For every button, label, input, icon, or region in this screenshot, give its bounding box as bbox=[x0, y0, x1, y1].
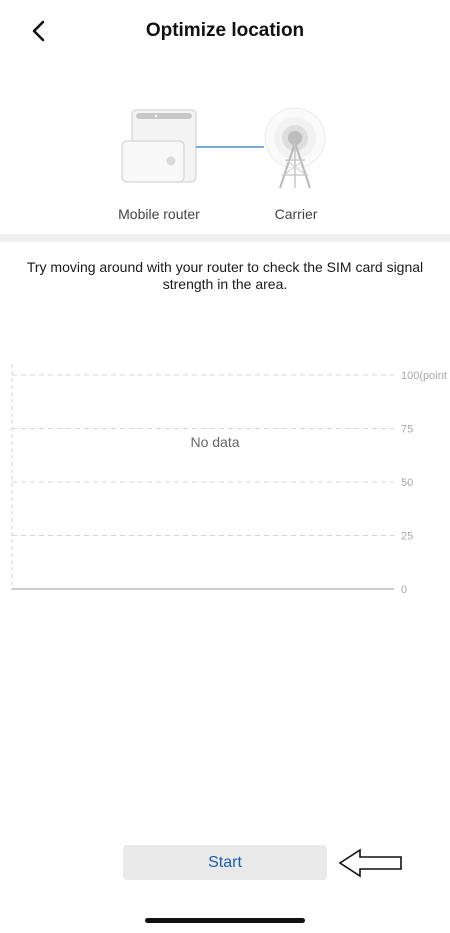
home-indicator bbox=[145, 918, 305, 923]
y-tick-label: 50 bbox=[401, 477, 413, 489]
signal-chart: 100(point 75 50 25 0 No data bbox=[0, 360, 450, 605]
topology-diagram: Mobile router Carrier bbox=[0, 98, 450, 228]
section-divider bbox=[0, 234, 450, 242]
cell-tower-icon bbox=[264, 107, 326, 189]
no-data-message: No data bbox=[190, 434, 239, 450]
page-title: Optimize location bbox=[145, 20, 305, 41]
carrier-label: Carrier bbox=[274, 206, 318, 222]
y-tick-label: 25 bbox=[401, 531, 413, 543]
y-tick-label: 75 bbox=[401, 424, 413, 436]
pointer-arrow-icon bbox=[338, 848, 402, 878]
mobile-router-icon bbox=[121, 109, 197, 183]
instructions-text: Try moving around with your router to ch… bbox=[26, 259, 424, 292]
topology-graphic bbox=[121, 107, 326, 189]
header: Optimize location bbox=[0, 0, 450, 62]
start-button[interactable]: Start bbox=[123, 845, 327, 880]
signal-chart-svg: 100(point 75 50 25 0 No data bbox=[11, 364, 447, 596]
y-tick-label: 100(point bbox=[401, 370, 447, 382]
y-tick-label: 0 bbox=[401, 584, 407, 596]
mobile-router-label: Mobile router bbox=[118, 206, 200, 222]
